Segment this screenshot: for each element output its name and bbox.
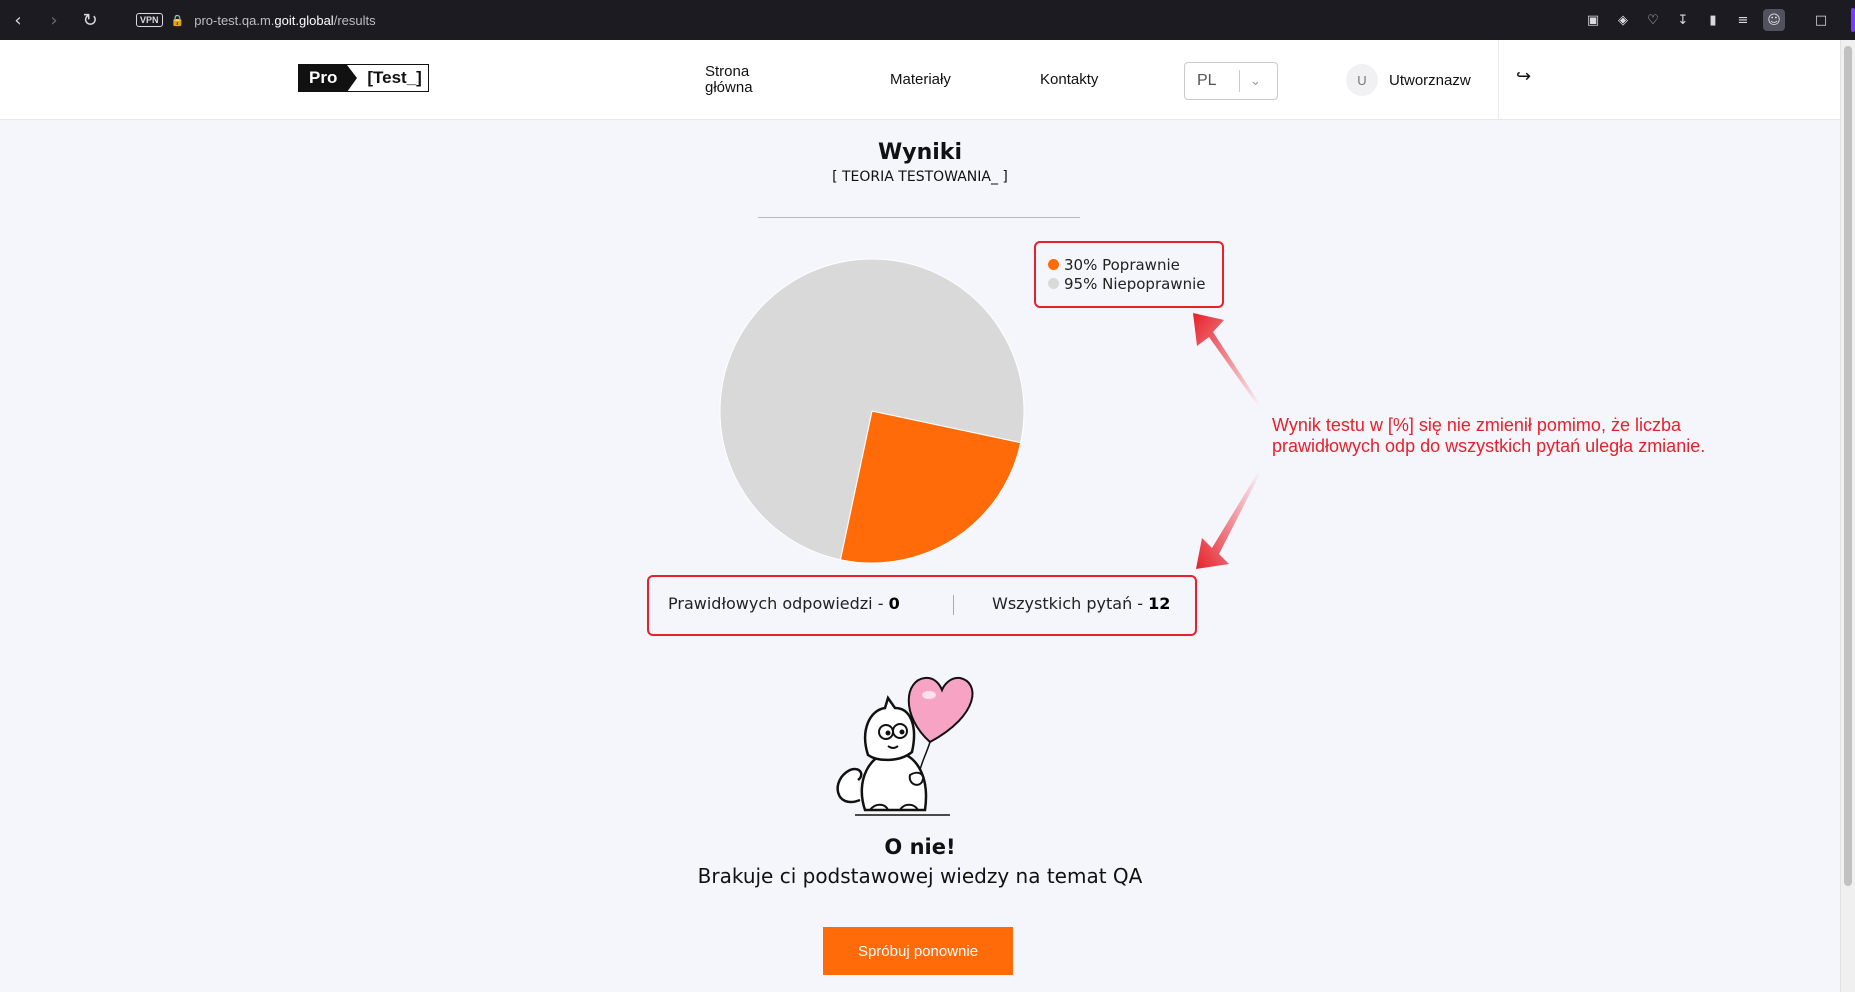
browser-toolbar: ‹ › ↻ VPN 🔒 pro-test.qa.m. goit.global/re… xyxy=(0,0,1855,40)
balloon xyxy=(907,676,974,744)
profile-icon[interactable]: ☺ xyxy=(1763,9,1785,31)
shield-icon[interactable]: ◈ xyxy=(1613,10,1633,30)
legend-label-correct: 30% Poprawnie xyxy=(1064,255,1180,274)
logo-test: [Test_] xyxy=(347,65,428,91)
battery-icon[interactable]: ▮ xyxy=(1703,10,1723,30)
url-path: /results xyxy=(333,12,376,28)
vpn-badge[interactable]: VPN xyxy=(136,13,163,27)
logo[interactable]: Pro [Test_] xyxy=(298,64,429,92)
nav-home-line2: główna xyxy=(705,79,753,96)
nav-contacts[interactable]: Kontakty xyxy=(1040,72,1098,88)
url-host: pro-test.qa.m. xyxy=(194,12,275,28)
cat-pupil-right xyxy=(899,729,905,735)
total-questions-stat: Wszystkich pytań - 12 xyxy=(992,594,1170,613)
arrow-to-stats xyxy=(1196,472,1260,569)
forward-icon[interactable]: › xyxy=(36,2,72,38)
legend-item-correct: 30% Poprawnie xyxy=(1048,255,1222,274)
cat-tail xyxy=(836,767,863,804)
address-bar[interactable]: VPN 🔒 pro-test.qa.m. goit.global/results xyxy=(136,5,376,35)
legend-label-incorrect: 95% Niepoprawnie xyxy=(1064,274,1206,293)
annotation-line2: prawidłowych odp do wszystkich pytań ule… xyxy=(1272,436,1706,456)
cat-with-balloon-illustration xyxy=(836,676,974,816)
heart-icon[interactable]: ♡ xyxy=(1643,10,1663,30)
total-questions-label: Wszystkich pytań - xyxy=(992,594,1149,613)
chevron-down-icon[interactable]: ⌄ xyxy=(1240,74,1261,89)
annotation-line1: Wynik testu w [%] się nie zmienił pomimo… xyxy=(1272,415,1681,435)
total-questions-value: 12 xyxy=(1148,594,1171,613)
title-divider xyxy=(758,217,1080,218)
site-header: Pro [Test_] Strona główna Materiały Kont… xyxy=(0,40,1840,120)
scrollbar[interactable] xyxy=(1840,40,1855,992)
result-message: Brakuje ci podstawowej wiedzy na temat Q… xyxy=(697,864,1143,888)
chart-legend: 30% Poprawnie 95% Niepoprawnie xyxy=(1034,241,1224,308)
cat-pupil-left xyxy=(885,730,891,736)
page-title: Wyniki xyxy=(878,140,962,165)
results-stats: Prawidłowych odpowiedzi - 0 Wszystkich p… xyxy=(647,575,1197,636)
language-select[interactable]: PL ⌄ xyxy=(1184,62,1278,100)
annotation-arrows xyxy=(1193,313,1260,569)
retry-button[interactable]: Spróbuj ponownie xyxy=(823,927,1013,975)
extension-cube-icon[interactable]: □ xyxy=(1811,10,1831,30)
legend-dot-correct xyxy=(1048,259,1059,270)
language-value: PL xyxy=(1197,72,1217,89)
back-icon[interactable]: ‹ xyxy=(0,2,36,38)
avatar[interactable]: U xyxy=(1346,64,1378,96)
balloon-shine xyxy=(922,691,936,699)
cat-paw xyxy=(908,771,924,786)
legend-dot-incorrect xyxy=(1048,278,1059,289)
correct-answers-label: Prawidłowych odpowiedzi - xyxy=(668,594,889,613)
camera-icon[interactable]: ▣ xyxy=(1583,10,1603,30)
nav-home-line1: Strona xyxy=(705,63,750,80)
download-icon[interactable]: ↧ xyxy=(1673,10,1693,30)
sidebar-accent xyxy=(1851,8,1855,32)
bug-annotation: Wynik testu w [%] się nie zmienił pomimo… xyxy=(1272,415,1792,457)
scrollbar-thumb[interactable] xyxy=(1844,46,1852,886)
stats-separator xyxy=(953,595,954,615)
header-divider xyxy=(1498,40,1499,120)
browser-tools: ▣ ◈ ♡ ↧ ▮ ≡ ☺ □ xyxy=(1583,0,1831,40)
nav-materials[interactable]: Materiały xyxy=(890,72,951,88)
test-subtitle: [ TEORIA TESTOWANIA_ ] xyxy=(832,169,1008,185)
username[interactable]: Utworznazw xyxy=(1389,72,1471,89)
correct-answers-value: 0 xyxy=(888,594,900,613)
arrow-to-legend xyxy=(1193,313,1260,406)
correct-answers-stat: Prawidłowych odpowiedzi - 0 xyxy=(668,594,900,613)
legend-item-incorrect: 95% Niepoprawnie xyxy=(1048,274,1222,293)
lock-icon[interactable]: 🔒 xyxy=(171,14,185,27)
nav-home[interactable]: Strona główna xyxy=(705,64,753,96)
logout-icon[interactable]: ↪ xyxy=(1516,66,1531,87)
menu-icon[interactable]: ≡ xyxy=(1733,10,1753,30)
reload-icon[interactable]: ↻ xyxy=(72,2,108,38)
url-domain: goit.global xyxy=(274,12,334,28)
results-pie-chart xyxy=(719,258,1025,564)
result-heading: O nie! xyxy=(884,835,956,859)
logo-pro: Pro xyxy=(299,65,358,92)
